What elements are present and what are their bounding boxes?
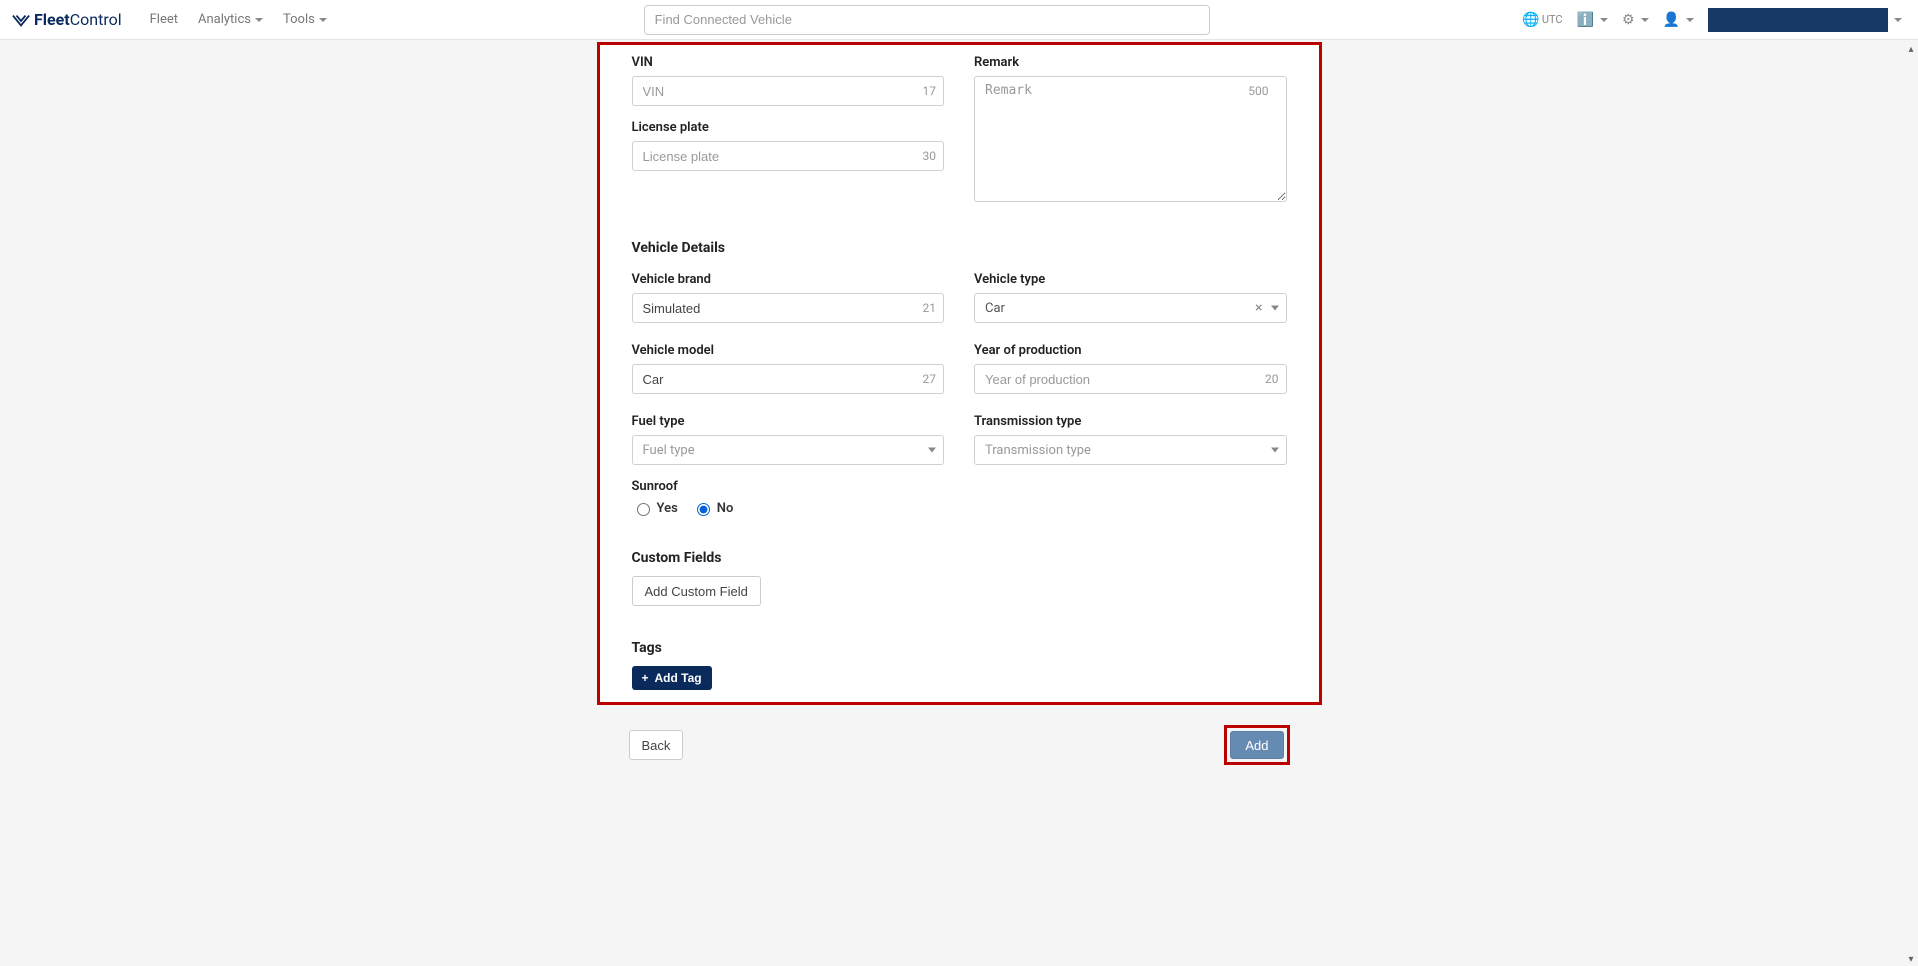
nav-tools[interactable]: Tools: [273, 0, 337, 39]
add-tag-label: Add Tag: [655, 671, 702, 685]
settings-menu[interactable]: ⚙: [1616, 6, 1655, 34]
navbar-right: 🌐 UTC ℹ️ ⚙ 👤: [1516, 6, 1906, 34]
custom-fields-heading: Custom Fields: [632, 550, 1287, 566]
sunroof-no-radio[interactable]: [697, 503, 710, 516]
vtype-label: Vehicle type: [974, 272, 1287, 287]
model-input[interactable]: [632, 364, 945, 394]
brand-mark-icon: [12, 13, 30, 27]
fuel-placeholder: Fuel type: [643, 443, 695, 458]
back-label: Back: [642, 738, 671, 753]
tags-heading: Tags: [632, 640, 1287, 656]
nav-analytics-label: Analytics: [198, 12, 251, 27]
vehicle-type-value: Car: [985, 301, 1005, 316]
chevron-down-icon: [319, 18, 327, 22]
brand-logo[interactable]: FleetControl: [12, 10, 122, 29]
vin-label: VIN: [632, 55, 945, 70]
sunroof-radio-group: Yes No: [632, 500, 1287, 516]
search-input[interactable]: [644, 5, 1210, 35]
transmission-type-select[interactable]: Transmission type: [974, 435, 1287, 465]
user-icon: 👤: [1663, 12, 1680, 28]
brand-input[interactable]: [632, 293, 945, 323]
fuel-label: Fuel type: [632, 414, 945, 429]
chevron-down-icon: [1641, 18, 1649, 22]
plus-icon: +: [642, 671, 649, 685]
add-tag-button[interactable]: + Add Tag: [632, 666, 712, 690]
account-switcher[interactable]: [1708, 8, 1888, 32]
license-label: License plate: [632, 120, 945, 135]
nav-tools-label: Tools: [283, 12, 315, 27]
sunroof-yes-option[interactable]: Yes: [632, 500, 678, 516]
navbar-center: [337, 5, 1517, 35]
gear-icon: ⚙: [1622, 12, 1635, 28]
page-body: VIN 17 License plate 30 Remark 500: [0, 40, 1918, 705]
vehicle-details-heading: Vehicle Details: [632, 240, 1287, 256]
transmission-label: Transmission type: [974, 414, 1287, 429]
timezone-label: UTC: [1542, 13, 1563, 26]
chevron-down-icon: [1600, 18, 1608, 22]
remark-textarea[interactable]: [974, 76, 1287, 202]
brand-name-strong: Fleet: [34, 10, 70, 29]
form-footer: Back Add: [597, 725, 1322, 765]
sunroof-yes-label: Yes: [657, 501, 678, 516]
license-input[interactable]: [632, 141, 945, 171]
vehicle-type-select[interactable]: Car: [974, 293, 1287, 323]
chevron-down-icon: [1686, 18, 1694, 22]
brand-name-light: Control: [70, 10, 122, 29]
nav-fleet-label: Fleet: [150, 12, 178, 27]
help-menu[interactable]: ℹ️: [1571, 6, 1614, 34]
sunroof-no-option[interactable]: No: [692, 500, 734, 516]
timezone-selector[interactable]: 🌐 UTC: [1516, 6, 1568, 34]
remark-label: Remark: [974, 55, 1287, 70]
clear-icon[interactable]: ×: [1255, 301, 1262, 315]
year-label: Year of production: [974, 343, 1287, 358]
add-custom-field-label: Add Custom Field: [645, 584, 748, 599]
sunroof-no-label: No: [717, 501, 734, 516]
year-input[interactable]: [974, 364, 1287, 394]
transmission-placeholder: Transmission type: [985, 443, 1091, 458]
scrollbar-up-icon[interactable]: ▴: [1906, 44, 1916, 54]
info-icon: ℹ️: [1577, 12, 1594, 28]
vin-input[interactable]: [632, 76, 945, 106]
globe-icon: 🌐: [1522, 12, 1539, 28]
model-label: Vehicle model: [632, 343, 945, 358]
add-button-highlight: Add: [1224, 725, 1289, 765]
add-button[interactable]: Add: [1230, 731, 1283, 759]
chevron-down-icon: [255, 18, 263, 22]
back-button[interactable]: Back: [629, 730, 684, 760]
navbar: FleetControl Fleet Analytics Tools 🌐 UTC…: [0, 0, 1918, 40]
sunroof-yes-radio[interactable]: [637, 503, 650, 516]
nav-analytics[interactable]: Analytics: [188, 0, 273, 39]
fuel-type-select[interactable]: Fuel type: [632, 435, 945, 465]
brand-label: Vehicle brand: [632, 272, 945, 287]
add-label: Add: [1245, 738, 1268, 753]
vehicle-form-card: VIN 17 License plate 30 Remark 500: [597, 42, 1322, 705]
nav-fleet[interactable]: Fleet: [140, 0, 188, 39]
user-menu[interactable]: 👤: [1657, 6, 1700, 34]
add-custom-field-button[interactable]: Add Custom Field: [632, 576, 761, 606]
scrollbar-down-icon[interactable]: ▾: [1906, 954, 1916, 964]
sunroof-label: Sunroof: [632, 479, 1287, 494]
